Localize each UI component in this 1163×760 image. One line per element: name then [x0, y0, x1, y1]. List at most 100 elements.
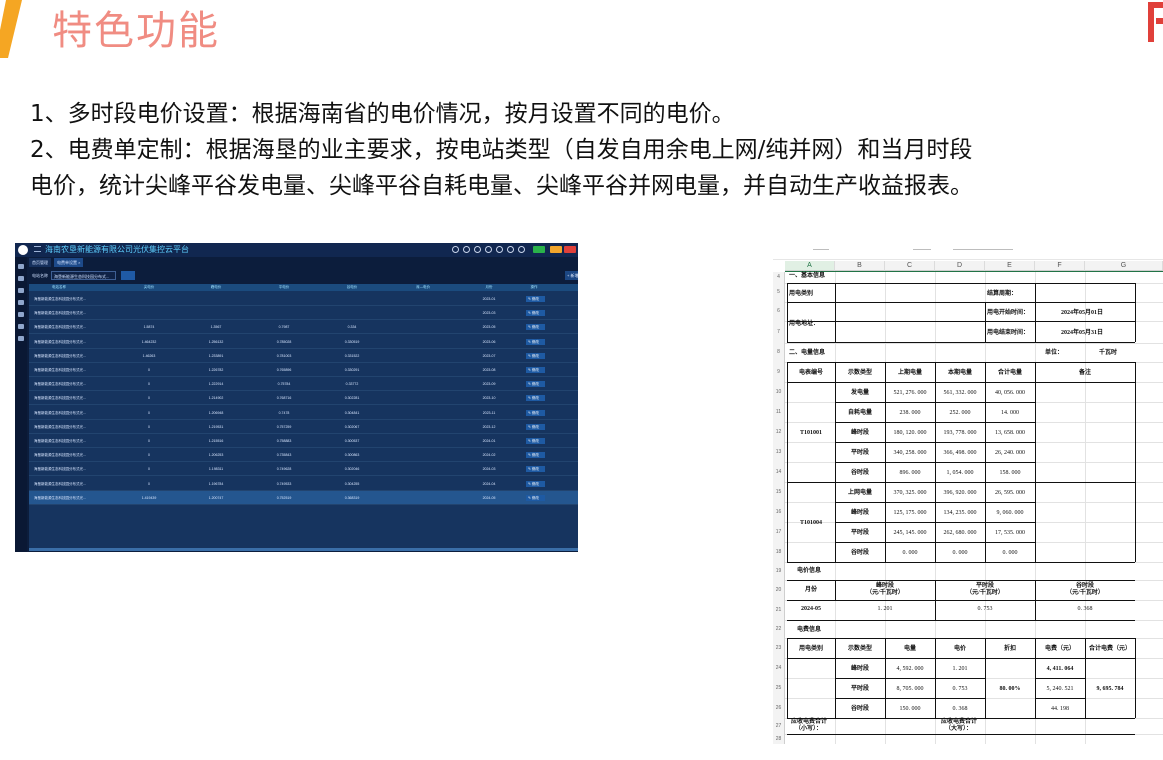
row-number[interactable]: 27	[773, 718, 785, 734]
row-number[interactable]: 13	[773, 442, 785, 462]
status-badge-orange[interactable]	[550, 246, 562, 253]
column-header-A[interactable]: A	[785, 261, 835, 271]
sidebar-settings-icon[interactable]	[18, 336, 24, 341]
table-row[interactable]: 海垦新能源生态科技园分布式光... 1.419439 1.200747 0.75251…	[29, 490, 578, 505]
column-header-B[interactable]: B	[835, 261, 885, 271]
sidebar-device-icon[interactable]	[18, 300, 24, 305]
row-number[interactable]: 15	[773, 482, 785, 502]
horizontal-scrollbar[interactable]	[29, 548, 578, 551]
row-number[interactable]: 7	[773, 321, 785, 343]
bullet-1: 1、多时段电价设置：根据海南省的电价情况，按月设置不同的电价。	[30, 101, 735, 127]
table-row[interactable]: 海垦新能源生态科技园分布式光... 0 1.196784 0.749533 0.3042…	[29, 477, 578, 491]
border-line	[787, 638, 1135, 639]
globe-icon[interactable]	[452, 246, 459, 253]
sidebar-home-icon[interactable]	[18, 264, 24, 269]
sidebar-station-icon[interactable]	[18, 288, 24, 293]
table-row[interactable]: 海垦新能源生态科技园分布式光... 0 1.219531 0.757259 0.3020…	[29, 420, 578, 434]
bell-icon[interactable]	[518, 246, 525, 253]
table-row[interactable]: 海垦新能源生态科技园分布式光... 1.5874 1.3567 0.7987 0.334…	[29, 320, 578, 335]
edit-button[interactable]: ✎ 修改	[526, 452, 545, 459]
row-number[interactable]: 16	[773, 502, 785, 522]
table-row[interactable]: 海垦新能源生态科技园分布式光... 0 1.215516 0.758883 0.3005…	[29, 434, 578, 448]
column-header-G[interactable]: G	[1085, 261, 1163, 271]
edit-button[interactable]: ✎ 修改	[526, 296, 545, 302]
table-row[interactable]: 海垦新能源生态科技园分布式光... 1.464232 1.256132 0.78502…	[29, 335, 578, 349]
table-row[interactable]: 海垦新能源生态科技园分布式光... 0 1.198311 0.749628 0.3020…	[29, 462, 578, 477]
fullscreen-icon[interactable]	[496, 246, 503, 253]
edit-button[interactable]: ✎ 修改	[526, 338, 545, 345]
column-header-F[interactable]: F	[1035, 261, 1085, 271]
table-row[interactable]: 海垦新能源生态科技园分布式光... 2023-01 ✎ 修改	[29, 292, 578, 306]
row-number[interactable]: 19	[773, 562, 785, 580]
price-unit: （元/千瓦时）	[866, 590, 904, 596]
row-number[interactable]: 23	[773, 638, 785, 658]
price-cell: 0.735843	[276, 453, 292, 458]
edit-button[interactable]: ✎ 修改	[526, 367, 545, 373]
edit-button[interactable]: ✎ 修改	[526, 381, 545, 388]
refresh-icon[interactable]	[485, 246, 492, 253]
price-cell: 0.368319	[344, 495, 360, 500]
edit-button[interactable]: ✎ 修改	[526, 480, 545, 487]
edit-button[interactable]: ✎ 修改	[526, 423, 545, 430]
status-badge-green[interactable]	[533, 246, 545, 253]
row-number[interactable]: 18	[773, 542, 785, 562]
add-button[interactable]: + 新增	[565, 271, 578, 280]
row-number[interactable]: 8	[773, 343, 785, 362]
tab-fee-setting[interactable]: 电费单设置 ×	[54, 258, 84, 267]
column-header-E[interactable]: E	[985, 261, 1035, 271]
row-number[interactable]: 17	[773, 522, 785, 542]
receivable-small-label: 应收电费合计	[791, 719, 828, 725]
row-number[interactable]: 5	[773, 283, 785, 302]
meter-1-id: T101001	[799, 430, 823, 436]
row-number[interactable]: 22	[773, 620, 785, 638]
row-number[interactable]: 20	[773, 580, 785, 600]
edit-button[interactable]: ✎ 修改	[526, 409, 545, 416]
search-icon[interactable]	[463, 246, 470, 253]
row-number[interactable]: 11	[773, 402, 785, 422]
border-line	[835, 638, 836, 718]
prev-reading: 896. 000	[899, 470, 921, 476]
edit-button[interactable]: ✎ 修改	[526, 352, 545, 359]
table-row[interactable]: 海垦新能源生态科技园分布式光... 0 1.214902 0.768716 0.3022…	[29, 391, 578, 406]
row-number[interactable]: 24	[773, 658, 785, 678]
edit-button[interactable]: ✎ 修改	[526, 438, 545, 444]
tab-home[interactable]: 首页管理	[29, 258, 51, 267]
table-row[interactable]: 海垦新能源生态科技园分布式光... 0 1.226782 0.765896 0.3302…	[29, 363, 578, 377]
edit-button[interactable]: ✎ 修改	[526, 310, 545, 317]
menu-icon[interactable]	[34, 246, 41, 252]
table-row[interactable]: 海垦新能源生态科技园分布式光... 0 1.206948 0.7478 0.304841…	[29, 406, 578, 420]
fee-price: 1. 201	[952, 666, 968, 672]
row-number[interactable]: 25	[773, 678, 785, 698]
border-line	[985, 302, 986, 342]
sidebar-alarm-icon[interactable]	[18, 312, 24, 317]
status-badge-red[interactable]	[564, 246, 576, 253]
table-row[interactable]: 海垦新能源生态科技园分布式光... 0 1.206253 0.735843 0.3008…	[29, 448, 578, 463]
row-number[interactable]: 4	[773, 272, 785, 283]
price-cell: 0.752519	[276, 495, 292, 500]
edit-button[interactable]: ✎ 修改	[526, 466, 545, 473]
search-button[interactable]	[121, 271, 135, 280]
edit-button[interactable]: ✎ 修改	[526, 324, 545, 331]
station-name-cell: 海垦新能源生态科技园分布式光...	[34, 467, 86, 472]
row-number[interactable]: 28	[773, 734, 785, 744]
station-filter-input[interactable]: 海垦新能源生态科技园分布式...	[51, 271, 116, 280]
settings-icon[interactable]	[507, 246, 514, 253]
row-number[interactable]: 6	[773, 302, 785, 321]
eye-icon[interactable]	[474, 246, 481, 253]
row-number[interactable]: 10	[773, 382, 785, 402]
sidebar-monitor-icon[interactable]	[18, 276, 24, 281]
border-line	[787, 600, 1135, 601]
row-number[interactable]: 14	[773, 462, 785, 482]
column-header-C[interactable]: C	[885, 261, 935, 271]
row-number[interactable]: 9	[773, 362, 785, 382]
row-number[interactable]: 26	[773, 698, 785, 718]
column-header-D[interactable]: D	[935, 261, 985, 271]
sidebar-report-icon[interactable]	[18, 324, 24, 329]
edit-button[interactable]: ✎ 修改	[526, 494, 545, 501]
table-row[interactable]: 海垦新能源生态科技园分布式光... 1.46263 1.233891 0.781003…	[29, 349, 578, 363]
table-row[interactable]: 海垦新能源生态科技园分布式光... 2023-03 ✎ 修改	[29, 306, 578, 321]
row-number[interactable]: 12	[773, 422, 785, 442]
row-number[interactable]: 21	[773, 600, 785, 620]
table-row[interactable]: 海垦新能源生态科技园分布式光... 0 1.222914 0.75784 0.33772…	[29, 377, 578, 392]
edit-button[interactable]: ✎ 修改	[526, 395, 545, 402]
